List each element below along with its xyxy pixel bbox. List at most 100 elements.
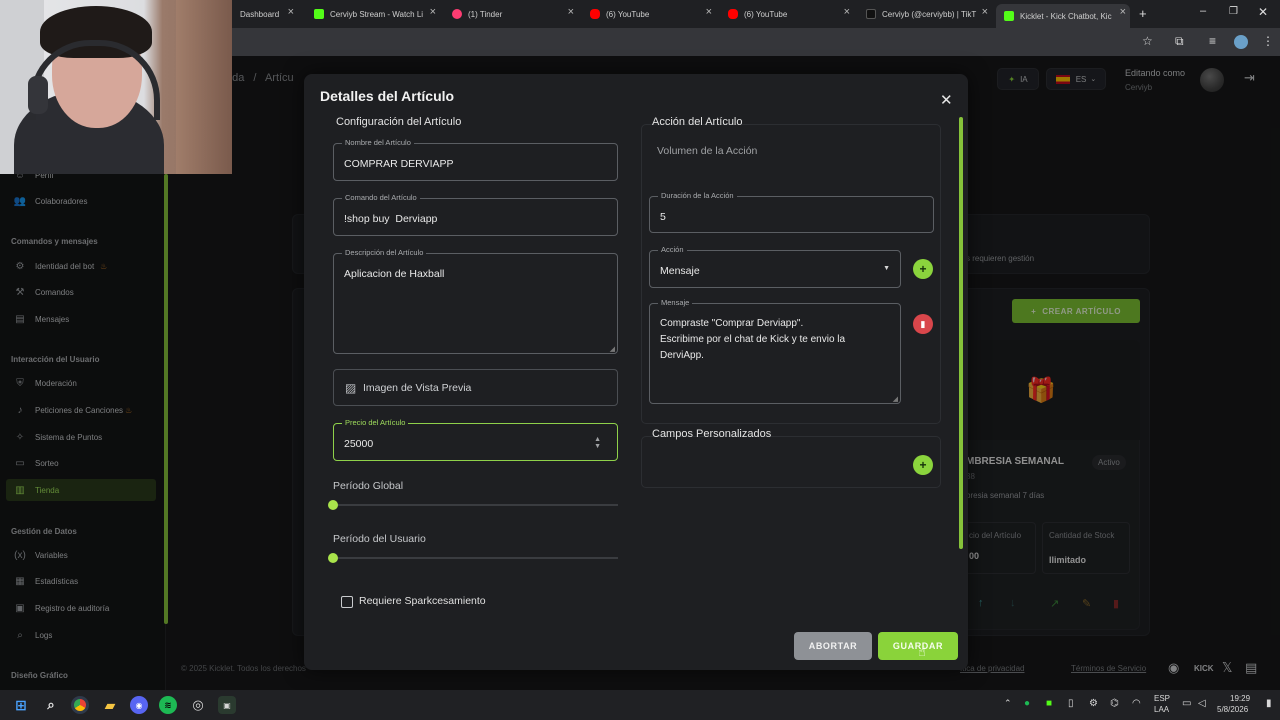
action-volume-label: Volumen de la Acción [657,145,758,157]
terminal-icon[interactable]: ▣ [218,696,236,714]
discord-icon[interactable]: ◉ [130,696,148,714]
preview-image-button[interactable]: ▨ Imagen de Vista Previa [333,369,618,406]
action-select[interactable]: Acción Mensaje ▼ [649,245,901,288]
new-tab-icon[interactable]: + [1139,6,1147,21]
extensions-icon[interactable]: ⧉ [1175,34,1184,49]
obs-icon[interactable]: ◎ [189,696,207,714]
tray-spotify-icon[interactable]: ● [1024,698,1030,709]
action-section-title: Acción del Artículo [652,116,743,128]
item-name-value: COMPRAR DERVIAPP [344,158,454,170]
action-duration-value: 5 [660,211,666,223]
volume-icon[interactable]: ◁ [1198,698,1206,709]
chrome-logo [74,699,86,711]
chrome-icon[interactable] [71,696,89,714]
close-icon[interactable]: × [568,6,574,18]
tab-label: (6) YouTube [606,9,650,19]
search-icon[interactable]: ⌕ [42,696,60,714]
tab-kicklet[interactable]: Kicklet - Kick Chatbot, Kic × [996,4,1130,28]
abort-button[interactable]: ABORTAR [794,632,872,660]
global-period-thumb[interactable] [328,500,338,510]
tab-youtube-2[interactable]: (6) YouTube × [720,4,854,24]
item-name-field[interactable]: Nombre del Artículo COMPRAR DERVIAPP [333,138,618,181]
close-window-icon[interactable]: ✕ [1258,5,1268,19]
tray-app-icon[interactable]: ■ [1046,698,1052,709]
media-icon[interactable]: ≡ [1209,34,1216,48]
message-field[interactable]: Mensaje Compraste "Comprar Derviapp". Es… [649,298,901,404]
close-icon[interactable]: ✕ [940,91,953,109]
restore-icon[interactable]: ❐ [1229,6,1238,17]
preview-image-label: Imagen de Vista Previa [363,382,472,394]
webcam-curtain [176,0,232,174]
tab-label: (6) YouTube [744,9,788,19]
youtube-icon [728,9,738,19]
tab-tinder[interactable]: (1) Tinder × [444,4,578,24]
tab-kick-stream[interactable]: Cerviyb Stream - Watch Li × [306,4,440,24]
keyboard-language-top[interactable]: ESP [1154,694,1170,703]
keyboard-language-bottom[interactable]: LAA [1154,705,1169,714]
tab-tiktok[interactable]: Cerviyb (@cerviybb) | TikT × [858,4,992,24]
close-icon[interactable]: × [430,6,436,18]
stepper-icon[interactable]: ▲ ▼ [594,436,601,450]
user-period-thumb[interactable] [328,553,338,563]
file-explorer-icon[interactable]: ▰ [101,696,119,714]
trash-icon: ▮ [920,318,926,329]
global-period-slider[interactable] [333,504,618,506]
item-command-field[interactable]: Comando del Artículo !shop buy Derviapp [333,193,618,236]
tray-gamepad-icon[interactable]: ⌬ [1110,698,1119,709]
action-duration-label: Duración de la Acción [658,191,737,200]
message-value: Compraste "Comprar Derviapp". Escribime … [660,318,846,361]
resize-handle-icon[interactable]: ◢ [610,345,615,353]
kicklet-icon [1004,11,1014,21]
spotify-icon[interactable]: ≋ [159,696,177,714]
resize-handle-icon[interactable]: ◢ [893,395,898,403]
tray-settings-icon[interactable]: ⚙ [1089,698,1098,709]
action-duration-field[interactable]: Duración de la Acción 5 [649,191,934,233]
tab-dashboard[interactable]: Dashboard × [232,4,298,24]
global-period-label: Período Global [333,480,404,492]
notification-icon[interactable]: ▮ [1266,698,1272,709]
add-custom-field-button[interactable]: + [913,455,933,475]
custom-fields-title: Campos Personalizados [652,428,772,440]
item-description-field[interactable]: Descripción del Artículo Aplicacion de H… [333,248,618,354]
close-icon[interactable]: × [844,6,850,18]
item-price-field[interactable]: Precio del Artículo 25000 ▲ ▼ [333,418,618,461]
tinder-icon [452,9,462,19]
close-icon[interactable]: × [1120,6,1126,18]
tray-battery-icon[interactable]: ▯ [1068,698,1074,709]
close-icon[interactable]: × [982,6,988,18]
modal-title: Detalles del Artículo [320,88,455,104]
user-period-slider[interactable] [333,557,618,559]
youtube-icon [590,9,600,19]
add-action-button[interactable]: + [913,259,933,279]
network-icon[interactable]: ▭ [1182,698,1191,709]
tray-wifi-icon[interactable]: ◠ [1132,698,1141,709]
cursor-hand-icon: ☝ [918,644,926,659]
minimize-icon[interactable]: – [1200,5,1206,17]
webcam-headset-cup [28,76,48,114]
tab-label: Dashboard [240,9,280,19]
tab-label: Kicklet - Kick Chatbot, Kic [1020,11,1112,21]
image-icon: ▨ [345,381,357,395]
clock-date[interactable]: 5/8/2026 [1217,705,1248,714]
item-price-label: Precio del Artículo [342,418,409,427]
tab-youtube-1[interactable]: (6) YouTube × [582,4,716,24]
custom-fields-panel [641,436,941,488]
item-command-value: !shop buy Derviapp [344,213,438,225]
action-select-value: Mensaje [660,265,700,277]
close-icon[interactable]: × [288,6,294,18]
tray-chevron-icon[interactable]: ⌃ [1004,698,1012,709]
user-period-label: Período del Usuario [333,533,426,545]
requires-checkbox[interactable] [341,596,353,608]
item-name-label: Nombre del Artículo [342,138,414,147]
delete-action-button[interactable]: ▮ [913,314,933,334]
close-icon[interactable]: × [706,6,712,18]
clock-time[interactable]: 19:29 [1230,694,1250,703]
star-icon[interactable]: ☆ [1142,34,1153,48]
windows-start-icon[interactable]: ⊞ [12,696,30,714]
tiktok-icon [866,9,876,19]
requires-checkbox-label: Requiere Sparkcesamiento [359,595,486,607]
profile-icon[interactable] [1234,35,1248,49]
webcam-overlay [0,0,232,174]
modal-scrollbar[interactable] [959,117,963,549]
menu-icon[interactable]: ⋮ [1262,34,1274,48]
